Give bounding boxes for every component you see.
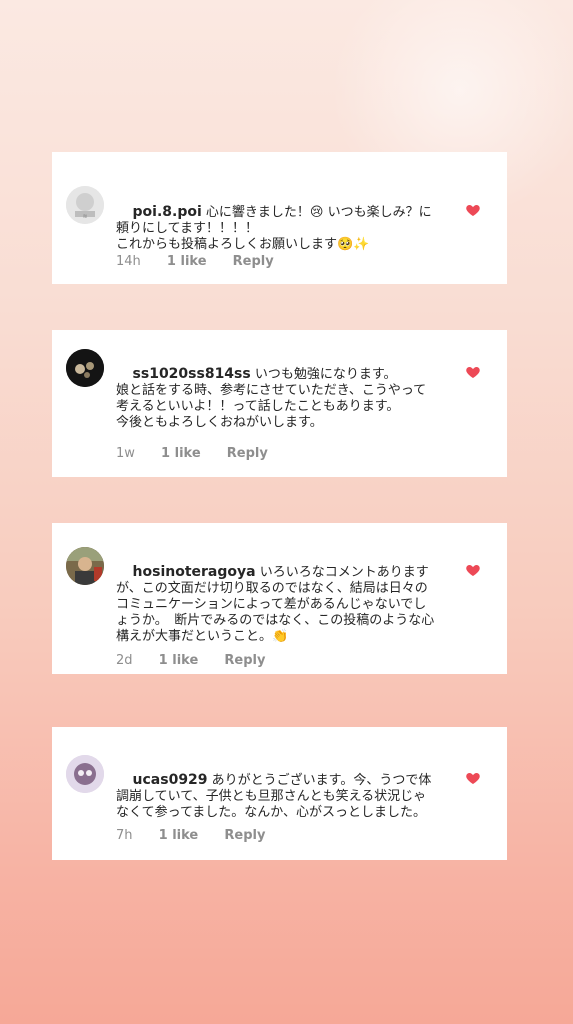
avatar-image — [66, 755, 104, 793]
comment-meta: 2d 1 like Reply — [116, 653, 288, 668]
reply-button[interactable]: Reply — [233, 254, 274, 269]
comment-meta: 14h 1 like Reply — [116, 254, 296, 269]
likes-count[interactable]: 1 like — [167, 254, 207, 269]
heart-icon[interactable] — [465, 364, 481, 380]
likes-count[interactable]: 1 like — [161, 446, 201, 461]
heart-icon[interactable] — [465, 202, 481, 218]
timestamp: 7h — [116, 828, 133, 843]
avatar[interactable] — [66, 547, 104, 585]
reply-button[interactable]: Reply — [224, 653, 265, 668]
comment-card: hosinoteragoya いろいろなコメントありますが、この文面だけ切り取る… — [52, 523, 507, 674]
comment-meta: 7h 1 like Reply — [116, 828, 287, 843]
heart-icon[interactable] — [465, 770, 481, 786]
avatar-image — [66, 547, 104, 585]
avatar[interactable] — [66, 349, 104, 387]
avatar[interactable]: ≋ — [66, 186, 104, 224]
avatar-image — [66, 349, 104, 387]
heart-icon[interactable] — [465, 562, 481, 578]
timestamp: 14h — [116, 254, 141, 269]
reply-button[interactable]: Reply — [224, 828, 265, 843]
timestamp: 2d — [116, 653, 133, 668]
username[interactable]: ss1020ss814ss — [133, 366, 251, 382]
comment-meta: 1w 1 like Reply — [116, 446, 290, 461]
comment-text: ucas0929 ありがとうございます。今、うつで体調崩していて、子供とも旦那さ… — [116, 756, 436, 837]
comment-text: ss1020ss814ss いつも勉強になります。 娘と話をする時、参考にさせて… — [116, 350, 436, 447]
likes-count[interactable]: 1 like — [159, 653, 199, 668]
username[interactable]: ucas0929 — [133, 772, 208, 788]
reply-button[interactable]: Reply — [227, 446, 268, 461]
username[interactable]: hosinoteragoya — [133, 564, 256, 580]
username[interactable]: poi.8.poi — [133, 204, 202, 220]
comment-text: hosinoteragoya いろいろなコメントありますが、この文面だけ切り取る… — [116, 548, 436, 661]
comment-card: ≋ poi.8.poi 心に響きました！😢 いつも楽しみ？に頼りにしてます！！！… — [52, 152, 507, 284]
timestamp: 1w — [116, 446, 135, 461]
likes-count[interactable]: 1 like — [159, 828, 199, 843]
svg-text:≋: ≋ — [82, 213, 87, 220]
comment-card: ucas0929 ありがとうございます。今、うつで体調崩していて、子供とも旦那さ… — [52, 727, 507, 860]
avatar[interactable] — [66, 755, 104, 793]
comment-card: ss1020ss814ss いつも勉強になります。 娘と話をする時、参考にさせて… — [52, 330, 507, 477]
avatar-image: ≋ — [66, 186, 104, 224]
